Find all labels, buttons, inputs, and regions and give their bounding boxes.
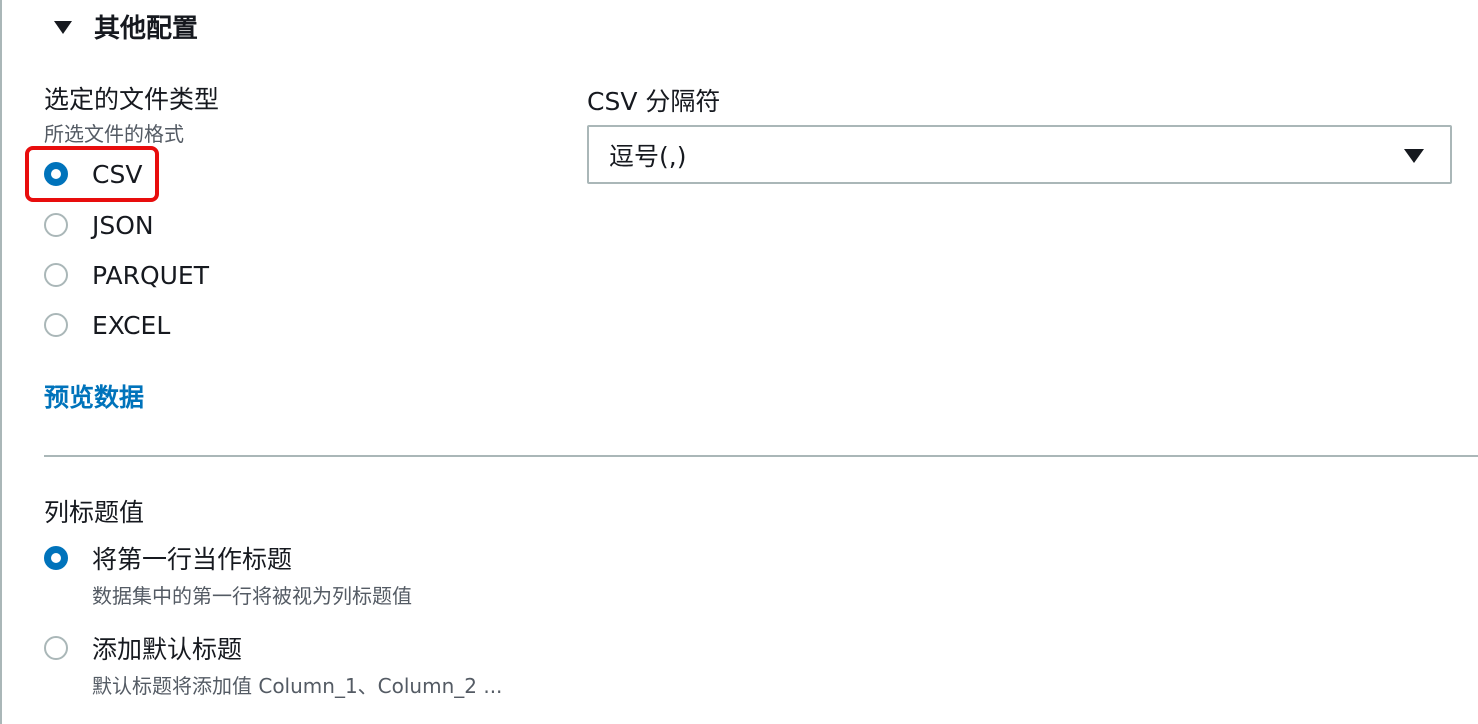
radio-label: PARQUET (92, 260, 209, 290)
radio-option-csv[interactable]: CSV (44, 156, 142, 192)
preview-data-link[interactable]: 预览数据 (44, 378, 144, 414)
csv-delimiter-select[interactable]: 逗号(,) (587, 125, 1452, 184)
radio-unchecked-icon[interactable] (44, 636, 68, 660)
radio-option-first-row-header[interactable]: 将第一行当作标题 (44, 540, 292, 576)
radio-option-default-header[interactable]: 添加默认标题 (44, 630, 242, 666)
panel-left-border (0, 0, 2, 724)
file-type-label: 选定的文件类型 (44, 85, 220, 114)
section-divider (44, 455, 1478, 457)
option-description: 默认标题将添加值 Column_1、Column_2 ... (92, 674, 503, 698)
column-headers-label: 列标题值 (44, 498, 145, 527)
caret-down-icon (1404, 149, 1424, 163)
radio-label: JSON (92, 210, 154, 240)
radio-label: 添加默认标题 (92, 635, 243, 664)
radio-checked-icon[interactable] (44, 546, 68, 570)
radio-option-json[interactable]: JSON (44, 207, 154, 243)
radio-label: CSV (92, 159, 143, 189)
file-type-description: 所选文件的格式 (44, 122, 184, 146)
caret-down-icon (54, 20, 72, 34)
radio-checked-icon[interactable] (44, 162, 68, 186)
section-title: 其他配置 (94, 13, 199, 44)
radio-unchecked-icon[interactable] (44, 263, 68, 287)
select-value: 逗号(,) (609, 141, 687, 171)
radio-unchecked-icon[interactable] (44, 313, 68, 337)
radio-unchecked-icon[interactable] (44, 213, 68, 237)
section-toggle[interactable]: 其他配置 (54, 6, 198, 46)
radio-option-parquet[interactable]: PARQUET (44, 257, 209, 293)
csv-delimiter-label: CSV 分隔符 (587, 87, 721, 116)
radio-label: EXCEL (92, 310, 171, 340)
radio-label: 将第一行当作标题 (92, 545, 293, 574)
option-description: 数据集中的第一行将被视为列标题值 (92, 584, 412, 608)
radio-option-excel[interactable]: EXCEL (44, 307, 170, 343)
